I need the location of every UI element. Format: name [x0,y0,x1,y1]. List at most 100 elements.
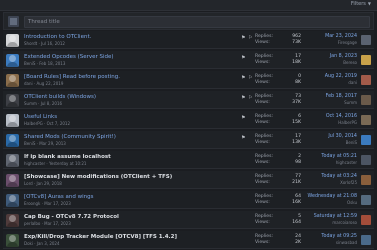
last-post-date-link[interactable]: Saturday at 12:59 [297,214,357,219]
last-poster-avatar[interactable] [361,135,371,145]
author-avatar[interactable] [6,174,19,187]
author-avatar[interactable] [6,214,19,227]
thread-title-link[interactable]: [OTCv8] Auras and wings [24,194,93,200]
views-label: Views: [255,80,270,85]
last-post-user[interactable]: Firesgage [297,40,357,45]
last-post: Jan 8, 2023 Bereso [297,54,357,65]
replies-label: Replies: [255,114,274,119]
thread-start-date: Jul 8, 2016 [40,101,63,106]
thread-author[interactable]: Shordt [24,41,37,46]
thread-title-link[interactable]: Exp/Kill/Drop Tracker Module [OTCV8] [TF… [24,234,177,240]
author-avatar[interactable] [6,234,19,247]
last-poster-avatar[interactable] [361,115,371,125]
thread-row[interactable]: OTClient builds (Windows) Summ · Jul 8, … [3,91,374,109]
last-post-date-link[interactable]: Feb 18, 2017 [297,94,357,99]
thread-author[interactable]: Doki [24,241,33,246]
last-post-user[interactable]: highcaster [297,160,357,165]
last-post-date-link[interactable]: Wednesday at 21:08 [297,194,357,199]
replies-label: Replies: [255,194,274,199]
thread-row[interactable]: Extended Opcodes (Server Side) BeniS · F… [3,51,374,69]
thread-title-link[interactable]: If ip blank assume localhost [24,154,111,160]
last-post-date-link[interactable]: Today at 05:21 [297,154,357,159]
last-post-user[interactable]: BeniS [297,140,357,145]
last-post-user[interactable]: HalberPG [297,120,357,125]
thread-row[interactable]: [OTCv8] Auras and wings Eroongk · Mar 17… [3,191,374,209]
author-avatar[interactable] [6,154,19,167]
last-post: Oct 14, 2016 HalberPG [297,114,357,125]
thread-meta: highcaster · Yesterday at 10:21 [24,161,87,166]
thread-start-date: Mar 29, 2013 [39,141,66,146]
thread-meta: BeniS · Feb 18, 2013 [24,61,66,66]
last-poster-avatar[interactable] [361,35,371,45]
last-post-date-link[interactable]: Jan 8, 2023 [297,54,357,59]
last-post-user[interactable]: sinwasbad [297,240,357,245]
thread-row[interactable]: [Board Rules] Read before posting. dani … [3,71,374,89]
thread-author[interactable]: Lord [24,181,33,186]
thread-author[interactable]: dani [24,81,33,86]
thread-author[interactable]: HalberPG [24,121,43,126]
thread-author[interactable]: perlalbo [24,221,40,226]
thread-title-link[interactable]: [Showcase] New modifications (OTClient +… [24,174,172,180]
last-post-user[interactable]: Summ [297,100,357,105]
last-post-user[interactable]: marcoiaroso [297,220,357,225]
thread-row[interactable]: If ip blank assume localhost highcaster … [3,151,374,169]
author-avatar[interactable] [6,74,19,87]
thread-stats: Replies: 73 Views: 37K [255,94,301,106]
author-avatar[interactable] [6,194,19,207]
last-post-user[interactable]: dani [297,80,357,85]
author-avatar[interactable] [6,114,19,127]
thread-title-link[interactable]: [Board Rules] Read before posting. [24,74,120,80]
last-poster-avatar[interactable] [361,75,371,85]
filters-menu-button[interactable]: Filters ▼ [351,1,371,7]
last-post-date-link[interactable]: Aug 22, 2019 [297,74,357,79]
thread-title-link[interactable]: Extended Opcodes (Server Side) [24,54,114,60]
author-avatar[interactable] [6,134,19,147]
last-post-user[interactable]: Bereso [297,60,357,65]
last-post: Today at 03:24 Xorlof25 [297,174,357,185]
thread-row[interactable]: Introduction to OTClient. Shordt · Jul 1… [3,31,374,49]
thread-title-link[interactable]: Introduction to OTClient. [24,34,91,40]
replies-label: Replies: [255,234,274,239]
last-post-user[interactable]: Osku [297,200,357,205]
thread-status-icons: ⚑ [241,55,246,61]
thread-row[interactable]: Shared Mods (Community Spirit!) BeniS · … [3,131,374,149]
thread-row[interactable]: Useful Links HalberPG · Oct 7, 2012 ⚑ Re… [3,111,374,129]
thread-start-date: Jul 16, 2012 [41,41,65,46]
filters-label: Filters [350,1,366,7]
thread-title-link[interactable]: OTClient builds (Windows) [24,94,96,100]
thread-author[interactable]: Summ [24,101,37,106]
thread-meta: BeniS · Mar 29, 2013 [24,141,66,146]
replies-label: Replies: [255,214,274,219]
last-post: Today at 05:21 highcaster [297,154,357,165]
thread-title-link[interactable]: Shared Mods (Community Spirit!) [24,134,116,140]
last-post-date-link[interactable]: Oct 14, 2016 [297,114,357,119]
last-post-user[interactable]: Xorlof25 [297,180,357,185]
thread-author[interactable]: Eroongk [24,201,40,206]
last-post-date-link[interactable]: Mar 23, 2024 [297,34,357,39]
thread-row[interactable]: Cap Bug - OTCv8 7.72 Protocol perlalbo ·… [3,211,374,229]
thread-row[interactable]: Exp/Kill/Drop Tracker Module [OTCV8] [TF… [3,231,374,249]
thread-title-link[interactable]: Cap Bug - OTCv8 7.72 Protocol [24,214,119,220]
thread-status-icons: ⚑ ⚐ [241,35,254,41]
last-poster-avatar[interactable] [361,215,371,225]
last-poster-avatar[interactable] [361,55,371,65]
author-avatar[interactable] [6,54,19,67]
thread-author[interactable]: BeniS [24,61,35,66]
thread-title-input[interactable] [24,16,370,28]
last-post-date-link[interactable]: Jul 30, 2014 [297,134,357,139]
last-post-date-link[interactable]: Today at 09:25 [297,234,357,239]
thread-row[interactable]: [Showcase] New modifications (OTClient +… [3,171,374,189]
last-poster-avatar[interactable] [361,95,371,105]
author-avatar[interactable] [6,94,19,107]
last-poster-avatar[interactable] [361,175,371,185]
last-post-date-link[interactable]: Today at 03:24 [297,174,357,179]
thread-author[interactable]: highcaster [24,161,45,166]
thread-meta: Eroongk · Mar 17, 2023 [24,201,71,206]
author-avatar[interactable] [6,34,19,47]
thread-author[interactable]: BeniS [24,141,35,146]
last-poster-avatar[interactable] [361,155,371,165]
thread-title-link[interactable]: Useful Links [24,114,57,120]
last-poster-avatar[interactable] [361,195,371,205]
replies-label: Replies: [255,134,274,139]
last-poster-avatar[interactable] [361,235,371,245]
